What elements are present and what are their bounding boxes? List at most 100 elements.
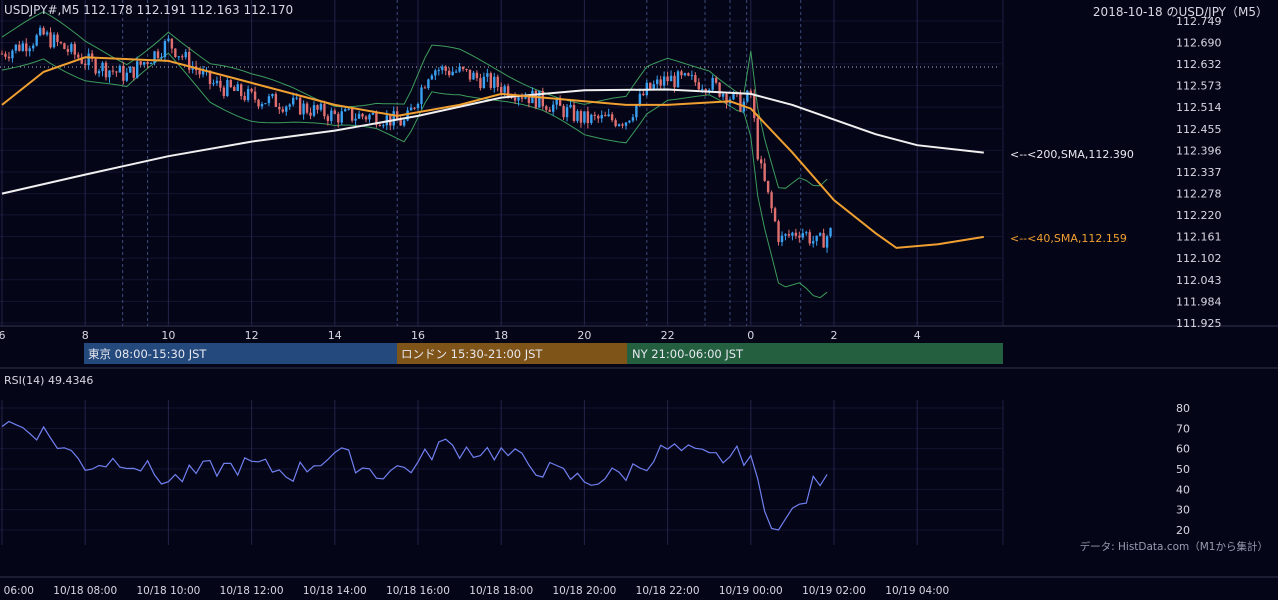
candle-up [236,84,239,91]
candle-down [219,80,222,88]
candle-up [454,71,458,73]
chart-canvas: USDJPY#,M5 112.178 112.191 112.163 112.1… [0,0,1278,600]
candle-up [371,112,375,115]
candle-up [288,104,291,107]
candle-down [240,84,243,96]
candle-up [784,234,787,236]
candle-up [382,125,385,127]
candle-up [416,103,420,109]
candle-up [136,61,139,78]
sma200-label: <--<200,SMA,112.390 [1010,148,1134,161]
price-tick-label: 112.455 [1176,123,1222,136]
candle-down [233,87,236,91]
candle-up [430,75,434,80]
candle-up [35,35,38,46]
candle-down [621,124,624,126]
candle-up [801,233,804,238]
candle-down [527,97,531,104]
date-tick-label: 10/18 06:00 [0,585,34,597]
candle-up [631,117,635,121]
candle-down [489,73,492,88]
candle-up [357,113,361,119]
candle-up [683,73,687,76]
candle-up [302,103,305,115]
candle-up [569,104,572,108]
candle-down [25,43,28,52]
candle-up [434,70,437,76]
candle-up [482,76,486,89]
candle-up [70,44,73,52]
date-tick-label: 10/18 08:00 [53,585,117,597]
candle-down [694,75,697,83]
candle-up [340,111,343,123]
candle-up [427,79,430,89]
price-tick-label: 112.749 [1176,15,1222,28]
candle-down [760,159,763,164]
candle-down [597,115,600,119]
candle-down [468,69,472,80]
candle-up [226,80,229,97]
candle-down [115,71,118,73]
candle-down [593,114,596,116]
date-tick-label: 10/18 18:00 [469,585,533,597]
candle-down [56,34,59,42]
candle-down [642,93,645,96]
candle-up [656,79,659,85]
candle-up [493,76,496,88]
candle-up [267,96,271,104]
candle-down [739,92,742,112]
date-tick-label: 10/18 22:00 [636,585,700,597]
candle-down [604,115,607,117]
date-tick-label: 10/19 00:00 [719,585,783,597]
candle-up [829,227,832,237]
rsi-tick-label: 60 [1176,443,1190,456]
candle-down [666,76,669,82]
candle-down [361,113,364,117]
candle-up [118,65,122,73]
session-tokyo-label: 東京 08:00-15:30 JST [88,347,207,361]
candle-up [264,103,267,105]
candle-down [378,125,382,127]
candle-up [607,114,610,117]
price-tick-label: 111.984 [1176,295,1222,308]
rsi-tick-label: 30 [1176,504,1190,517]
candle-up [292,97,295,105]
candle-down [465,68,468,70]
hour-tick-label: 6 [0,329,6,342]
candle-up [163,40,167,58]
candle-down [770,192,773,209]
candle-down [316,105,319,110]
candle-up [354,118,357,121]
candle-up [690,75,694,77]
candle-up [812,241,815,244]
candle-down [548,109,551,112]
candle-up [97,71,101,74]
candle-up [420,87,423,104]
hour-tick-label: 16 [411,329,425,342]
candle-down [122,65,125,81]
hour-tick-label: 20 [577,329,591,342]
candle-down [534,90,538,108]
candle-down [500,86,503,93]
hour-tick-label: 12 [245,329,259,342]
candle-down [257,99,260,107]
candle-up [129,66,132,73]
candle-up [87,53,90,66]
candle-up [576,111,579,121]
candle-up [780,235,784,242]
rsi-tick-label: 20 [1176,524,1190,537]
candle-down [77,54,80,58]
candle-down [413,107,416,109]
hour-tick-label: 2 [831,329,838,342]
candle-up [451,71,454,76]
candle-down [337,113,340,123]
price-tick-label: 112.043 [1176,274,1222,287]
price-tick-label: 112.396 [1176,144,1222,157]
candle-down [586,111,590,123]
candle-up [38,27,42,36]
candle-down [139,61,142,65]
candle-up [177,56,180,58]
rsi-tick-label: 50 [1176,463,1190,476]
candle-down [479,78,482,89]
candle-down [680,71,683,76]
